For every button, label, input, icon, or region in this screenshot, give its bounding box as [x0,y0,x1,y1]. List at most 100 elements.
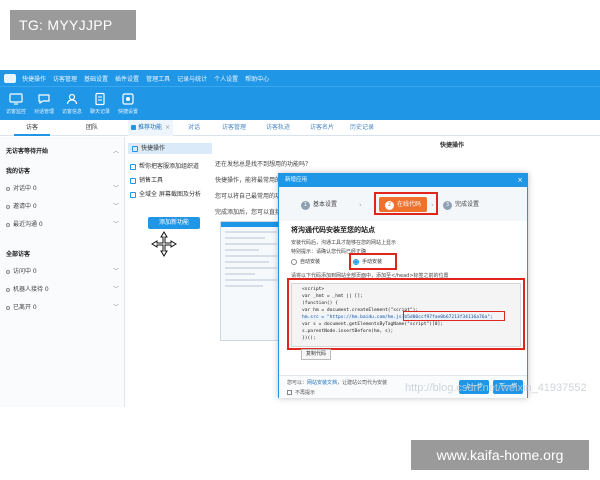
menu-basic-settings[interactable]: 基础设置 [84,74,108,83]
tool-label: 访客监控 [5,109,26,115]
tab-recommended[interactable]: 推荐功能 × [128,120,174,136]
status-dot-icon [6,305,10,310]
tab-visitor-management[interactable]: 访客管理 [222,120,246,136]
menu-plugin-settings[interactable]: 插件设置 [115,74,139,83]
add-feature-button[interactable]: 添加新功能 [148,217,200,229]
tool-visitor-info[interactable]: 访客信息 [58,89,86,119]
quick-item-label: 帮你把客服添加组织道 [139,163,200,170]
list-item-label: 机器人接待 0 [13,286,49,293]
tab-bar: 访客 团队 推荐功能 × 对话 访客管理 访客轨迹 访客名片 历史记录 [0,120,600,136]
quick-item-label: 销售工具 [139,177,164,184]
watermark-blog-url: http://blog.csdn.net/weixin_41937552 [405,382,587,394]
status-dot-icon [6,269,10,274]
chat-icon [38,94,50,105]
copy-code-button[interactable]: 复制代码 [301,349,331,360]
list-item[interactable]: 对话中 0 [6,183,37,192]
dont-show-checkbox[interactable]: 不再提示 [287,389,315,396]
list-item[interactable]: 邀请中 0 [6,201,37,210]
app-logo-icon [4,73,16,83]
menu-admin-tools[interactable]: 管理工具 [146,74,170,83]
tab-conversation[interactable]: 对话 [188,120,200,136]
step-basic-settings[interactable]: 1 基本设置 [301,199,337,210]
list-item-label: 最近沟通 0 [13,221,43,228]
quick-item-label: 快捷操作 [141,145,166,152]
tool-label: 聊天记录 [89,109,110,115]
tool-chat-management[interactable]: 对话管理 [30,89,58,119]
menu-personal-settings[interactable]: 个人设置 [214,74,238,83]
chevron-up-icon[interactable]: ︿ [113,146,119,155]
dialog-title: 新增应用 × [279,174,527,187]
radio-auto-install[interactable]: 自动安装 [291,258,320,265]
list-item[interactable]: 访问中 0 [6,266,37,275]
list-item[interactable]: 已离开 0 [6,302,37,311]
tool-visitor-monitor[interactable]: 访客监控 [2,89,30,119]
tool-quick-settings[interactable]: 快捷设置 [114,89,142,119]
menu-records-stats[interactable]: 记录与统计 [177,74,207,83]
chevron-right-icon: › [359,201,362,209]
new-app-dialog: 新增应用 × 1 基本设置 › 2 在线代码 › 3 完成设置 将沟通代码安装至您的站… [278,173,528,398]
menu-quick-ops[interactable]: 快捷操作 [22,74,46,83]
checkbox-icon [287,390,292,395]
close-icon[interactable]: × [517,174,523,187]
wizard-steps: 1 基本设置 › 2 在线代码 › 3 完成设置 [279,187,527,221]
quick-item-quick-ops[interactable]: 快捷操作 [128,143,212,154]
chevron-down-icon[interactable]: ﹀ [113,266,119,275]
chevron-down-icon[interactable]: ﹀ [113,219,119,228]
tool-label: 快捷设置 [117,109,138,115]
tab-visitors[interactable]: 访客 [14,120,50,136]
status-dot-icon [6,287,10,292]
menu-bar: 快捷操作 访客管理 基础设置 插件设置 管理工具 记录与统计 个人设置 帮助中心 [0,70,600,86]
cursor-move-icon [151,231,177,257]
install-doc-link[interactable]: 网站安装文档 [307,380,337,386]
highlight-box-url [403,311,505,321]
tool-label: 对话管理 [33,109,54,115]
list-item-label: 已离开 0 [13,304,37,311]
tool-chat-records[interactable]: 聊天记录 [86,89,114,119]
toolbar: 访客监控 对话管理 访客信息 聊天记录 快捷设置 [0,86,600,120]
user-icon [66,93,78,105]
screenshot-root: TG: MYYJJPP 快捷操作 访客管理 基础设置 插件设置 管理工具 记录与… [0,0,600,480]
globe-icon [130,191,136,198]
quick-item-global[interactable]: 全域全 屏幕截图及分析 [130,189,201,198]
menu-visitor-management[interactable]: 访客管理 [53,74,77,83]
section-all-visitors[interactable]: 全部访客 [6,249,30,258]
chevron-down-icon[interactable]: ﹀ [113,183,119,192]
preview-thumbnail [220,221,282,341]
tool-icon [130,177,136,184]
quick-item-label: 屏幕截图及分析 [158,191,201,198]
chevron-down-icon[interactable]: ﹀ [113,302,119,311]
record-icon [95,92,105,106]
footer-text: 您可以：网站安装文档，让建站公司代为安装 [287,380,388,386]
tab-team[interactable]: 团队 [74,120,110,136]
step-finish[interactable]: 3 完成设置 [443,199,479,210]
intro-line: 还在发愁总是找不到想用的功能吗？ [215,161,312,168]
section-my-visitors[interactable]: 我的访客 [6,166,30,175]
list-item-label: 访问中 0 [13,268,37,275]
quick-item-sales-tools[interactable]: 销售工具 [130,175,163,184]
settings-icon [122,93,134,105]
page-title: 快捷操作 [440,142,465,149]
list-item[interactable]: 机器人接待 0 [6,284,49,293]
quick-item-add-org[interactable]: 帮你把客服添加组织道 [130,161,199,170]
tab-close-icon[interactable]: × [165,124,170,131]
status-dot-icon [6,204,10,209]
tab-history[interactable]: 历史记录 [350,120,374,136]
dialog-heading: 将沟通代码安装至您的站点 [291,226,375,234]
list-item[interactable]: 最近沟通 0 [6,219,43,228]
status-dot-icon [6,222,10,227]
menu-help-center[interactable]: 帮助中心 [245,74,269,83]
bolt-icon [132,145,138,152]
highlight-box-step [374,192,438,215]
chevron-down-icon[interactable]: ﹀ [113,284,119,293]
section-no-wait: 无访客等待开始 [6,148,49,155]
search-icon [130,163,136,170]
status-dot-icon [6,186,10,191]
quick-item-label: 全域全 [139,191,158,198]
chevron-down-icon[interactable]: ﹀ [113,201,119,210]
radio-icon [291,258,297,265]
tab-visitor-trail[interactable]: 访客轨迹 [266,120,290,136]
highlight-box-radio [349,253,397,270]
tab-visitor-card[interactable]: 访客名片 [310,120,334,136]
tool-label: 访客信息 [61,109,82,115]
watermark-bottom-right: www.kaifa-home.org [411,440,589,470]
